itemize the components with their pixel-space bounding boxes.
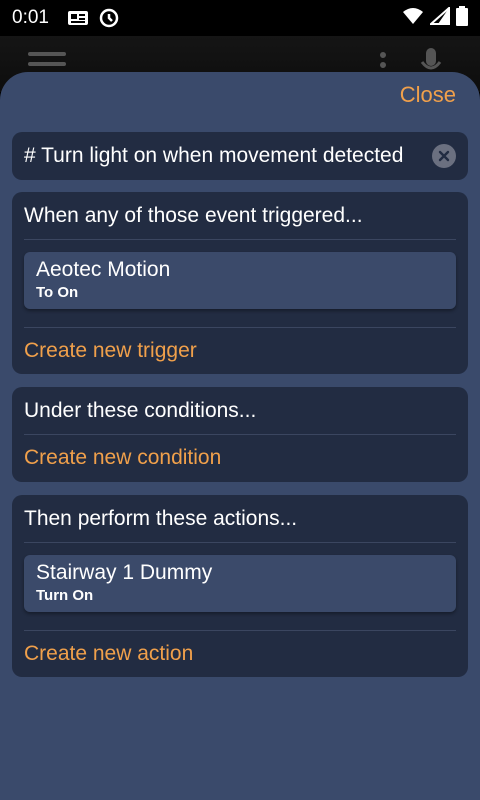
close-button[interactable]: Close [400,82,456,108]
create-condition-button[interactable]: Create new condition [24,435,456,481]
condition-section: Under these conditions... Create new con… [12,387,468,482]
automation-name-input[interactable] [24,144,424,168]
trigger-section-title: When any of those event triggered... [24,192,456,240]
news-notification-icon [67,10,89,26]
trigger-item-name: Aeotec Motion [36,258,171,281]
create-action-button[interactable]: Create new action [24,631,456,677]
sync-icon [99,8,119,28]
action-section: Then perform these actions... Stairway 1… [12,495,468,677]
trigger-item[interactable]: Aeotec Motion To On [24,252,456,309]
action-section-title: Then perform these actions... [24,495,456,543]
action-item-name: Stairway 1 Dummy [36,561,213,584]
automation-name-field[interactable] [12,132,468,180]
create-trigger-button[interactable]: Create new trigger [24,328,456,374]
trigger-item-state: To On [36,284,79,301]
signal-icon [428,5,450,30]
condition-section-title: Under these conditions... [24,387,456,435]
battery-icon [456,5,468,31]
status-time: 0:01 [12,7,49,28]
wifi-icon [402,7,424,30]
automation-editor-sheet: Close When any of those event triggered.… [0,72,480,800]
action-item[interactable]: Stairway 1 Dummy Turn On [24,555,456,612]
trigger-section: When any of those event triggered... Aeo… [12,192,468,374]
menu-icon [28,52,66,76]
status-bar: 0:01 [0,0,480,36]
action-item-state: Turn On [36,587,94,604]
clear-icon[interactable] [432,144,456,168]
